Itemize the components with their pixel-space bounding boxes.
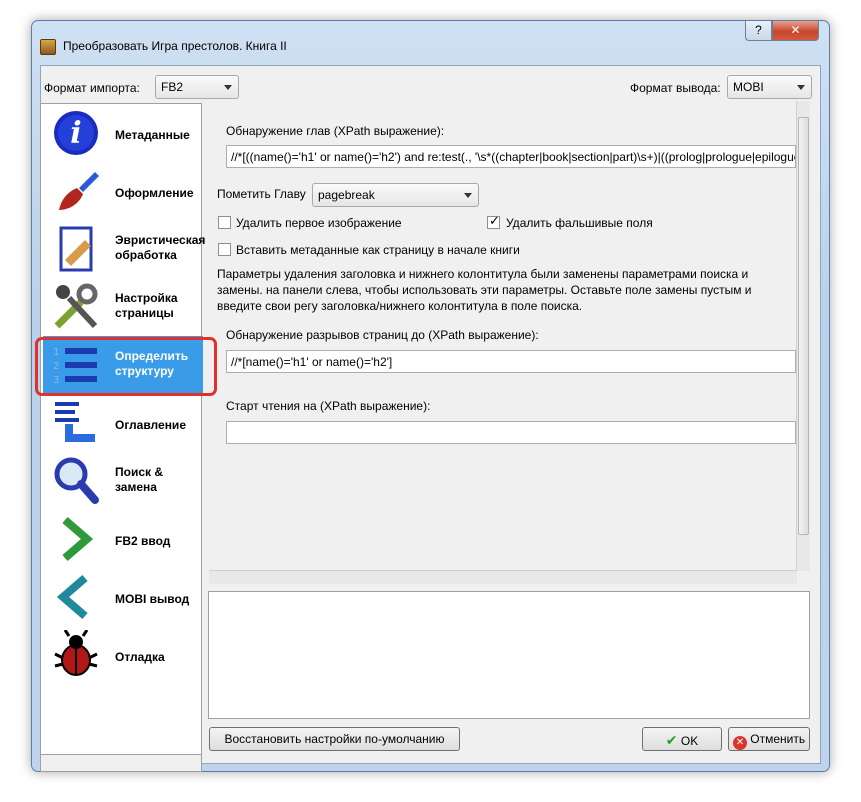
remove-fake-margins-checkbox[interactable] [487,213,500,229]
chapter-detect-label: Обнаружение глав (XPath выражение): [226,124,445,138]
scrollbar-thumb[interactable] [798,117,809,535]
import-format-select[interactable]: FB2 [155,75,239,99]
cancel-button[interactable]: ✕ Отменить [728,727,810,751]
magnifier-icon [54,457,99,504]
sidebar-item-search-replace[interactable]: Поиск & замена [43,452,203,510]
sidebar: i Метаданные Оформление Эвристическая об… [40,103,206,755]
help-preview-box [208,591,810,719]
chevron-left-icon [56,574,88,620]
output-format-label: Формат вывода: [630,81,721,95]
document-bandage-icon [59,226,93,272]
cancel-label: Отменить [750,732,806,746]
mark-chapter-label: Пометить Главу [217,187,306,201]
cancel-icon: ✕ [732,736,747,750]
sidebar-item-metadata[interactable]: i Метаданные [43,104,203,162]
sidebar-item-label: Отладка [115,650,165,664]
info-icon: i [54,111,98,155]
import-format-label: Формат импорта: [44,81,140,95]
toc-icon [55,402,95,442]
start-reading-label: Старт чтения на (XPath выражение): [226,399,431,413]
chapter-detect-input[interactable]: //*[((name()='h1' or name()='h2') and re… [226,145,796,168]
start-reading-input[interactable] [226,421,796,444]
selection-highlight [35,337,217,396]
paintbrush-icon [59,172,99,210]
chevron-right-icon [62,516,94,562]
calibre-app-icon [40,39,56,55]
page-break-input[interactable]: //*[name()='h1' or name()='h2'] [226,350,796,373]
main-horizontal-scrollbar[interactable] [209,570,797,584]
insert-metadata-checkbox[interactable] [218,243,231,256]
sidebar-item-page-setup[interactable]: Настройка страницы [43,278,203,336]
output-format-select[interactable]: MOBI [727,75,812,99]
insert-metadata-label: Вставить метаданные как страницу в начал… [236,243,520,257]
restore-defaults-button[interactable]: Восстановить настройки по-умолчанию [209,727,460,751]
checkmark-icon: ✔ [665,732,678,748]
help-button[interactable]: ? [745,21,772,41]
page-break-label: Обнаружение разрывов страниц до (XPath в… [226,328,539,342]
ok-button[interactable]: ✔ OK [642,727,722,751]
remove-first-image-checkbox[interactable] [218,216,231,229]
sidebar-item-heuristics[interactable]: Эвристическая обработка [43,220,206,278]
tools-icon [54,283,98,329]
info-text: Параметры удаления заголовка и нижнего к… [217,267,752,313]
sidebar-item-label: Поиск & замена [115,465,164,494]
sidebar-item-fb2-input[interactable]: FB2 ввод [43,510,203,568]
sidebar-item-label: Оглавление [115,418,186,432]
sidebar-item-toc[interactable]: Оглавление [43,394,203,452]
svg-text:i: i [70,116,81,151]
sidebar-item-label: MOBI вывод [115,592,190,606]
sidebar-item-look-feel[interactable]: Оформление [43,162,203,220]
sidebar-item-label: FB2 ввод [115,534,171,548]
bug-icon [54,630,98,676]
sidebar-item-debug[interactable]: Отладка [43,626,203,684]
output-format-value: MOBI [733,80,764,94]
mark-chapter-select[interactable]: pagebreak [312,183,479,207]
remove-first-image-label: Удалить первое изображение [236,216,402,230]
ok-label: OK [680,734,699,748]
mark-chapter-value: pagebreak [318,188,375,202]
remove-fake-margins-label: Удалить фальшивые поля [506,216,653,230]
chevron-down-icon [797,85,805,90]
sidebar-item-label: Настройка страницы [115,291,178,320]
chevron-down-icon [224,85,232,90]
window-title: Преобразовать Игра престолов. Книга II [63,39,287,53]
chevron-down-icon [464,193,472,198]
sidebar-item-label: Эвристическая обработка [115,233,206,262]
import-format-value: FB2 [161,80,184,94]
sidebar-horizontal-scrollbar[interactable] [40,755,202,772]
main-vertical-scrollbar[interactable] [796,101,810,571]
sidebar-item-mobi-output[interactable]: MOBI вывод [43,568,203,626]
close-button[interactable]: ✕ [772,21,819,41]
sidebar-item-label: Оформление [115,186,194,200]
sidebar-item-label: Метаданные [115,128,190,142]
